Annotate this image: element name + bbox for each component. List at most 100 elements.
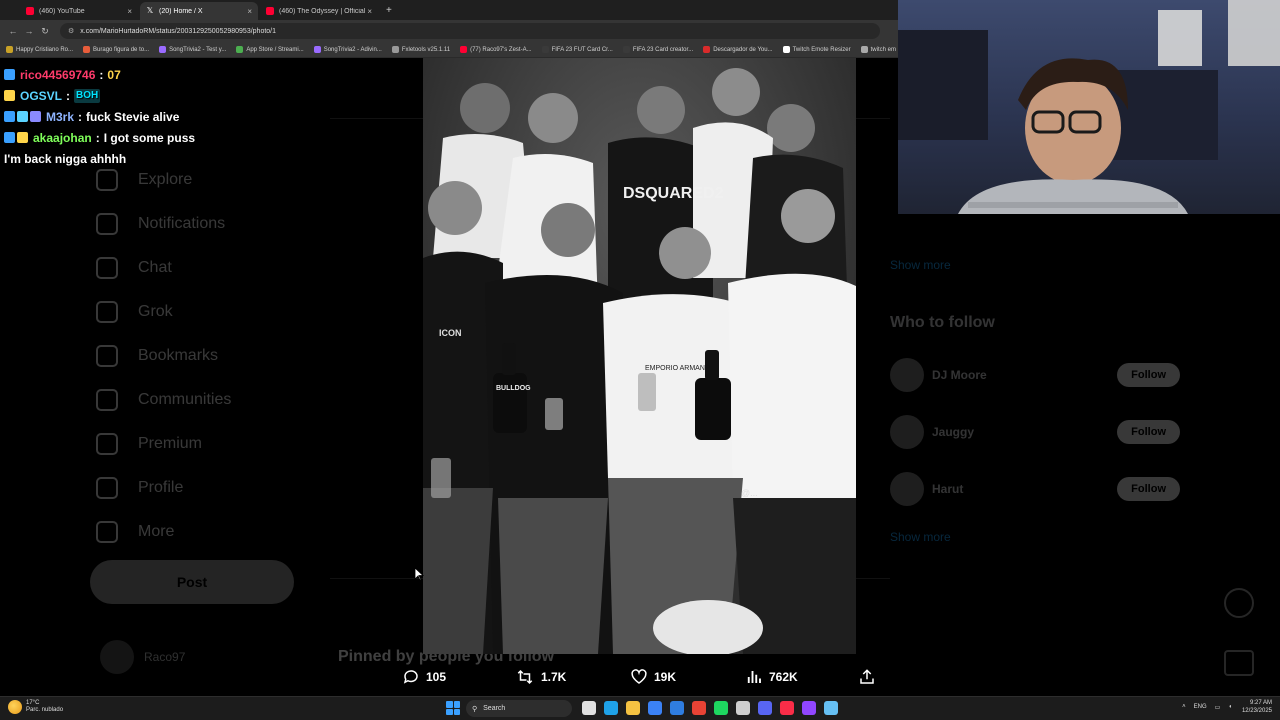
bookmark-item[interactable]: Burago figura de to... [83, 46, 149, 53]
mouse-cursor-icon [414, 567, 424, 581]
taskbar-search[interactable]: ⚲ Search [466, 700, 572, 717]
reply-button[interactable]: 105 [402, 660, 446, 694]
x-logo-icon: 𝕏 [146, 6, 154, 15]
bookmark-item[interactable]: Happy Cristiano Ro... [6, 46, 73, 53]
nav-label: Notifications [138, 215, 226, 232]
site-info-icon[interactable]: ⚙ [68, 27, 74, 35]
webcam-feed [898, 0, 1280, 214]
bookmark-item[interactable]: twitch em [860, 46, 896, 53]
grok-icon [96, 301, 118, 323]
start-button[interactable] [446, 701, 460, 715]
forward-icon[interactable]: → [22, 26, 36, 36]
nav-item-notifications[interactable]: Notifications [96, 202, 231, 246]
suggestion-name: Jauggy [932, 424, 975, 439]
follow-suggestion: Jauggy Follow [890, 403, 1180, 460]
bookmark-item[interactable]: (77) Raco97's Zest-A... [460, 46, 532, 53]
steam-icon[interactable] [824, 701, 838, 715]
search-icon [96, 169, 118, 191]
spotify-icon[interactable] [714, 701, 728, 715]
show-more-link[interactable]: Show more [890, 530, 951, 544]
chat-text: fuck Stevie alive [86, 109, 180, 124]
chevron-up-icon[interactable]: ˄ [1182, 704, 1186, 710]
repost-button[interactable]: 1.7K [515, 660, 566, 694]
suggestion-name: Harut [932, 481, 964, 496]
close-icon[interactable]: × [127, 7, 132, 16]
reload-icon[interactable]: ↻ [38, 26, 52, 37]
chat-message: M3rk: fuck Stevie alive [4, 106, 304, 127]
tab-home-x[interactable]: 𝕏 (20) Home / X × [140, 2, 258, 20]
bookmark-item[interactable]: SongTrivia2 - Test y... [159, 46, 226, 53]
url-input[interactable]: ⚙ x.com/MarioHurtadoRM/status/2003129250… [60, 23, 880, 39]
chat-badge-icon [4, 69, 15, 80]
url-text: x.com/MarioHurtadoRM/status/200312925005… [80, 27, 277, 35]
file-explorer-icon[interactable] [626, 701, 640, 715]
bookmark-label: Burago figura de to... [93, 46, 150, 53]
mail-app-icon[interactable] [670, 701, 684, 715]
bookmark-favicon-icon [391, 46, 399, 53]
chat-message: rico44569746:07 [4, 64, 304, 85]
weather-icon [8, 700, 22, 714]
bookmark-item[interactable]: Descargador de You... [703, 46, 773, 53]
nav-item-premium[interactable]: Premium [96, 422, 231, 466]
nav-item-chat[interactable]: Chat [96, 246, 231, 290]
nav-label: Bookmarks [138, 347, 219, 364]
share-button[interactable] [858, 660, 882, 694]
music-app-icon[interactable] [780, 701, 794, 715]
bell-icon [96, 213, 118, 235]
tab-label: (460) YouTube [39, 7, 85, 15]
post-button[interactable]: Post [90, 560, 294, 604]
tab-odyssey-trailer[interactable]: (460) The Odyssey | Official Tra... × [260, 2, 378, 20]
person-icon [96, 477, 118, 499]
nav-item-profile[interactable]: Profile [96, 466, 231, 510]
bookmark-item[interactable]: App Store / Streami... [236, 46, 304, 53]
obs-icon[interactable] [736, 701, 750, 715]
bookmark-item[interactable]: FIFA 23 Card creator... [622, 46, 693, 53]
bottle-label: BULLDOG [496, 385, 531, 392]
chat-username: akaajohan [33, 130, 92, 145]
bookmark-favicon-icon [6, 46, 13, 53]
follow-button[interactable]: Follow [1117, 419, 1180, 444]
show-more-link[interactable]: Show more [890, 258, 951, 272]
post-photo[interactable]: DSQUARED2 ICON EMPORIO ARMANI BULLDOG @.… [423, 58, 856, 654]
nav-item-grok[interactable]: Grok [96, 290, 231, 334]
follow-button[interactable]: Follow [1117, 362, 1180, 387]
bookmark-label: Happy Cristiano Ro... [16, 46, 74, 53]
store-icon[interactable] [648, 701, 662, 715]
nav-label: Communities [138, 391, 232, 408]
nav-item-bookmarks[interactable]: Bookmarks [96, 334, 231, 378]
bookmark-item[interactable]: FIFA 23 FUT Card Cr... [541, 46, 613, 53]
chrome-icon[interactable] [692, 701, 706, 715]
like-button[interactable]: 19K [630, 660, 676, 694]
bookmark-label: twitch em [870, 46, 896, 53]
close-icon[interactable]: × [367, 7, 372, 16]
bookmark-favicon-icon [622, 46, 630, 53]
bookmark-item[interactable]: SongTrivia2 - Adivin... [313, 46, 382, 53]
reply-icon [403, 670, 418, 684]
weather-widget[interactable]: 17°C Parc. nublado [8, 700, 63, 714]
volume-icon[interactable]: ◖ [1228, 704, 1232, 710]
views-button[interactable]: 762K [745, 660, 798, 694]
discord-icon[interactable] [758, 701, 772, 715]
task-view-icon[interactable] [582, 701, 596, 715]
bookmark-label: Twitch Emote Resizer [792, 46, 851, 53]
clock[interactable]: 9:27 AM 12/23/2025 [1242, 699, 1272, 715]
nav-item-communities[interactable]: Communities [96, 378, 231, 422]
repost-icon [517, 669, 533, 685]
group-photo-image: DSQUARED2 ICON EMPORIO ARMANI BULLDOG [423, 58, 856, 654]
nav-item-more[interactable]: More [96, 510, 231, 554]
tab-youtube[interactable]: (460) YouTube × [20, 2, 138, 20]
back-icon[interactable]: ← [6, 26, 20, 36]
weather-desc: Parc. nublado [26, 707, 64, 713]
chat-badge-icon [4, 132, 15, 143]
follow-button[interactable]: Follow [1117, 476, 1180, 501]
language-indicator[interactable]: ENG [1194, 704, 1207, 710]
edge-icon[interactable] [604, 701, 618, 715]
network-icon[interactable]: ▭ [1215, 704, 1221, 711]
bookmark-item[interactable]: Fxletools v25.1.11 [391, 46, 450, 53]
twitch-icon[interactable] [802, 701, 816, 715]
x-sidebar-nav: Explore Notifications Chat Grok Bookmarks Com… [96, 158, 231, 554]
grok-icon[interactable] [1224, 588, 1254, 618]
bookmark-item[interactable]: Twitch Emote Resizer [782, 46, 851, 53]
new-tab-button[interactable]: + [386, 2, 392, 20]
close-icon[interactable]: × [247, 7, 252, 16]
